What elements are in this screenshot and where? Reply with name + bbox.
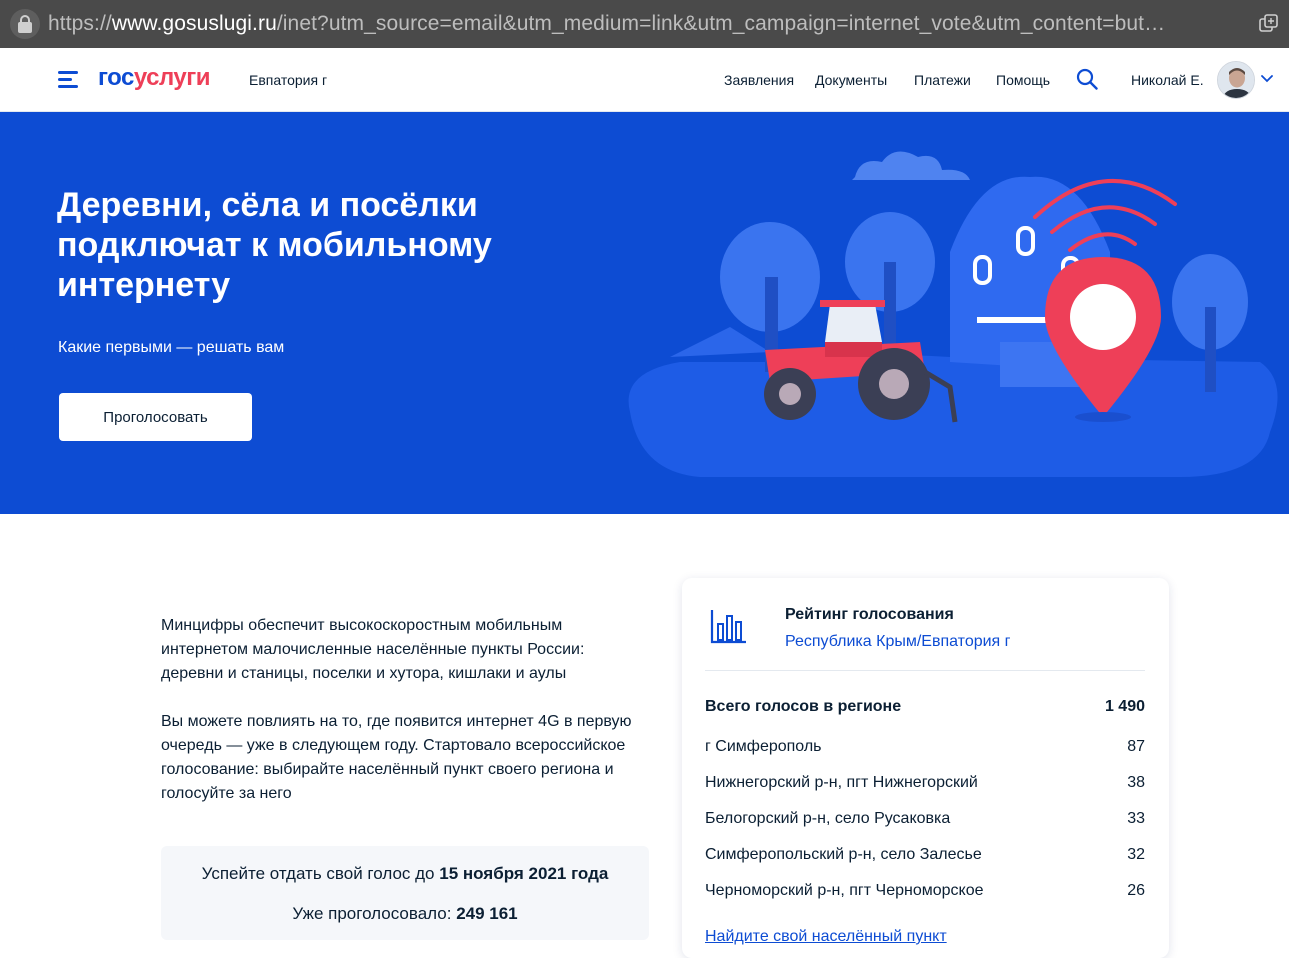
rating-row-name: Нижнегорский р-н, пгт Нижнегорский: [705, 774, 978, 791]
deadline-line: Успейте отдать свой голос до 15 ноября 2…: [161, 864, 649, 884]
rating-title: Рейтинг голосования: [785, 606, 954, 623]
intro-paragraph-1: Минцифры обеспечит высокоскоростным моби…: [161, 617, 585, 682]
rating-row-name: Черноморский р-н, пгт Черноморское: [705, 882, 984, 899]
rating-region-link[interactable]: Республика Крым/Евпатория г: [785, 633, 1011, 651]
nav-help[interactable]: Помощь: [996, 72, 1050, 88]
intro-paragraph-2: Вы можете повлиять на то, где появится и…: [161, 713, 632, 802]
deadline-date: 15 ноября 2021 года: [439, 864, 609, 883]
total-votes-label: Всего голосов в регионе: [705, 698, 902, 715]
nav-documents[interactable]: Документы: [815, 72, 887, 88]
intro-text: Минцифры обеспечит высокоскоростным моби…: [161, 614, 651, 806]
hero-title: Деревни, сёла и посёлки подключат к моби…: [57, 186, 492, 304]
total-votes-row: Всего голосов в регионе 1 490: [705, 698, 1145, 716]
open-tab-icon[interactable]: [1258, 13, 1280, 35]
rating-row: г Симферополь 87: [705, 738, 1145, 756]
lock-icon[interactable]: [10, 9, 40, 39]
total-votes-value: 1 490: [1104, 698, 1145, 715]
url-field[interactable]: https://www.gosuslugi.ru/inet?utm_source…: [48, 12, 1165, 36]
site-header: госуслуги Евпатория г Заявления Документ…: [0, 48, 1289, 112]
rating-row-name: Белогорский р-н, село Русаковка: [705, 810, 951, 827]
gosuslugi-logo[interactable]: госуслуги: [98, 64, 211, 92]
rating-row-votes: 26: [1127, 882, 1145, 899]
divider: [705, 670, 1145, 671]
rating-row-name: Симферопольский р-н, село Залесье: [705, 846, 982, 863]
url-path: /inet?utm_source=email&utm_medium=link&u…: [276, 12, 1166, 35]
chevron-down-icon[interactable]: [1261, 74, 1273, 84]
search-icon[interactable]: [1076, 68, 1098, 90]
browser-address-bar: https://www.gosuslugi.ru/inet?utm_source…: [0, 0, 1289, 48]
hero-subtitle: Какие первыми — решать вам: [58, 339, 285, 356]
url-host: www.gosuslugi.ru: [111, 12, 277, 35]
find-settlement-link[interactable]: Найдите свой населённый пункт: [705, 928, 947, 946]
bar-chart-icon: [710, 610, 746, 644]
rating-row-votes: 32: [1127, 846, 1145, 863]
hero-banner: Деревни, сёла и посёлки подключат к моби…: [0, 112, 1289, 514]
rating-row-votes: 38: [1127, 774, 1145, 791]
url-prefix: https://: [48, 12, 112, 35]
rating-row-votes: 33: [1127, 810, 1145, 827]
nav-applications[interactable]: Заявления: [724, 72, 794, 88]
vote-button[interactable]: Проголосовать: [59, 393, 252, 441]
rating-card: Рейтинг голосования Республика Крым/Евпа…: [682, 578, 1169, 958]
rating-row-name: г Симферополь: [705, 738, 822, 755]
voted-text: Уже проголосовало:: [292, 904, 452, 923]
user-name[interactable]: Николай Е.: [1131, 72, 1204, 88]
rating-row: Нижнегорский р-н, пгт Нижнегорский 38: [705, 774, 1145, 792]
village-illustration: [628, 151, 1278, 477]
deadline-box: Успейте отдать свой голос до 15 ноября 2…: [161, 846, 649, 940]
nav-payments[interactable]: Платежи: [914, 72, 971, 88]
avatar[interactable]: [1217, 61, 1255, 99]
voted-line: Уже проголосовало: 249 161: [161, 904, 649, 924]
rating-row: Черноморский р-н, пгт Черноморское 26: [705, 882, 1145, 900]
deadline-text: Успейте отдать свой голос до: [201, 864, 435, 883]
rating-row: Симферопольский р-н, село Залесье 32: [705, 846, 1145, 864]
voted-count: 249 161: [456, 904, 518, 923]
city-selector[interactable]: Евпатория г: [249, 72, 327, 88]
rating-row-votes: 87: [1127, 738, 1145, 755]
menu-icon[interactable]: [58, 71, 80, 89]
rating-row: Белогорский р-н, село Русаковка 33: [705, 810, 1145, 828]
